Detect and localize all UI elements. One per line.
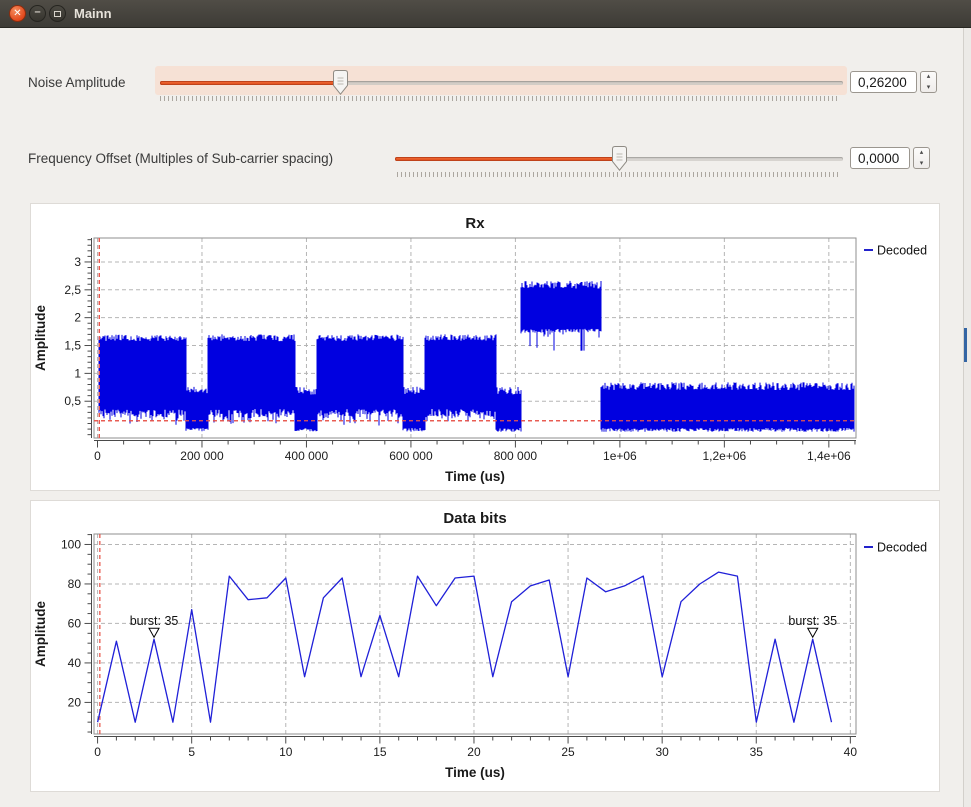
- close-icon: ✕: [13, 9, 21, 19]
- spin-down-icon: ▾: [927, 84, 931, 91]
- svg-text:1,4e+06: 1,4e+06: [807, 449, 851, 463]
- svg-text:1,2e+06: 1,2e+06: [703, 449, 747, 463]
- svg-text:20: 20: [68, 695, 82, 709]
- maximize-icon: [54, 11, 61, 17]
- rx-time-plot[interactable]: 0 200 000 400 000 600 000 800 000 1e+06 1,2e+0…: [30, 203, 940, 491]
- spin-up-icon: ▴: [920, 149, 924, 156]
- svg-text:60: 60: [68, 616, 82, 630]
- data-bits-plot[interactable]: 0 5 10 15 20 25 30 35 40 20 40 60 80 100 Data bits Time…: [30, 500, 940, 792]
- svg-text:Amplitude: Amplitude: [33, 305, 48, 371]
- spin-down-button[interactable]: ▾: [921, 83, 936, 94]
- svg-text:1: 1: [74, 366, 81, 380]
- rx-plot-canvas[interactable]: 0 200 000 400 000 600 000 800 000 1e+06 1,2e+0…: [31, 204, 939, 490]
- svg-text:Decoded: Decoded: [877, 541, 927, 555]
- spin-up-icon: ▴: [927, 73, 931, 80]
- spin-buttons: ▴ ▾: [920, 71, 937, 93]
- scrollbar-thumb[interactable]: [964, 328, 967, 362]
- svg-text:Time (us): Time (us): [445, 765, 505, 780]
- svg-text:2: 2: [74, 311, 81, 325]
- app-window: ✕ – Mainn Noise Amplitude ▴ ▾ Frequency …: [0, 0, 971, 807]
- data-bits-plot-canvas[interactable]: 0 5 10 15 20 25 30 35 40 20 40 60 80 100 Data bits Time…: [31, 501, 939, 791]
- noise-amplitude-slider[interactable]: [155, 66, 847, 102]
- slider-fill: [395, 157, 620, 161]
- window-title: Mainn: [74, 6, 112, 21]
- svg-text:200 000: 200 000: [180, 449, 224, 463]
- svg-text:15: 15: [373, 745, 387, 759]
- frequency-offset-slider[interactable]: [393, 142, 848, 178]
- svg-text:40: 40: [844, 745, 858, 759]
- svg-text:burst: 35: burst: 35: [788, 614, 837, 628]
- scrollbar-track[interactable]: [963, 28, 971, 807]
- svg-text:3: 3: [74, 255, 81, 269]
- frequency-offset-input[interactable]: [850, 147, 910, 169]
- svg-text:35: 35: [750, 745, 764, 759]
- svg-text:5: 5: [188, 745, 195, 759]
- frequency-offset-label: Frequency Offset (Multiples of Sub-carri…: [28, 151, 333, 166]
- spin-buttons: ▴ ▾: [913, 147, 930, 169]
- noise-amplitude-input[interactable]: [850, 71, 917, 93]
- svg-text:800 000: 800 000: [494, 449, 538, 463]
- titlebar: ✕ – Mainn: [0, 0, 971, 28]
- close-button[interactable]: ✕: [9, 5, 26, 22]
- svg-text:Amplitude: Amplitude: [33, 601, 48, 667]
- svg-text:0,5: 0,5: [64, 394, 81, 408]
- svg-text:1e+06: 1e+06: [603, 449, 637, 463]
- noise-amplitude-label: Noise Amplitude: [28, 75, 126, 90]
- svg-text:600 000: 600 000: [389, 449, 433, 463]
- minimize-icon: –: [34, 7, 40, 18]
- svg-text:400 000: 400 000: [285, 449, 329, 463]
- svg-text:0: 0: [94, 449, 101, 463]
- minimize-button[interactable]: –: [29, 5, 46, 22]
- maximize-button[interactable]: [49, 5, 66, 22]
- svg-text:100: 100: [61, 537, 81, 551]
- svg-text:2,5: 2,5: [64, 283, 81, 297]
- svg-text:burst: 35: burst: 35: [130, 614, 179, 628]
- slider-handle[interactable]: [333, 70, 348, 95]
- spin-up-button[interactable]: ▴: [914, 148, 929, 159]
- svg-text:25: 25: [561, 745, 575, 759]
- svg-text:0: 0: [94, 745, 101, 759]
- svg-text:20: 20: [467, 745, 481, 759]
- svg-text:30: 30: [655, 745, 669, 759]
- spin-down-icon: ▾: [920, 160, 924, 167]
- svg-text:1,5: 1,5: [64, 339, 81, 353]
- svg-text:Rx: Rx: [465, 215, 485, 232]
- svg-text:Time (us): Time (us): [445, 469, 505, 484]
- slider-tickmarks: [160, 96, 838, 101]
- svg-text:Data bits: Data bits: [443, 510, 506, 527]
- slider-tickmarks: [397, 172, 838, 177]
- spin-down-button[interactable]: ▾: [914, 159, 929, 170]
- spin-up-button[interactable]: ▴: [921, 72, 936, 83]
- slider-handle[interactable]: [612, 146, 627, 171]
- svg-text:Decoded: Decoded: [877, 244, 927, 258]
- svg-text:10: 10: [279, 745, 293, 759]
- slider-fill: [160, 81, 342, 85]
- svg-text:40: 40: [68, 656, 82, 670]
- svg-text:80: 80: [68, 577, 82, 591]
